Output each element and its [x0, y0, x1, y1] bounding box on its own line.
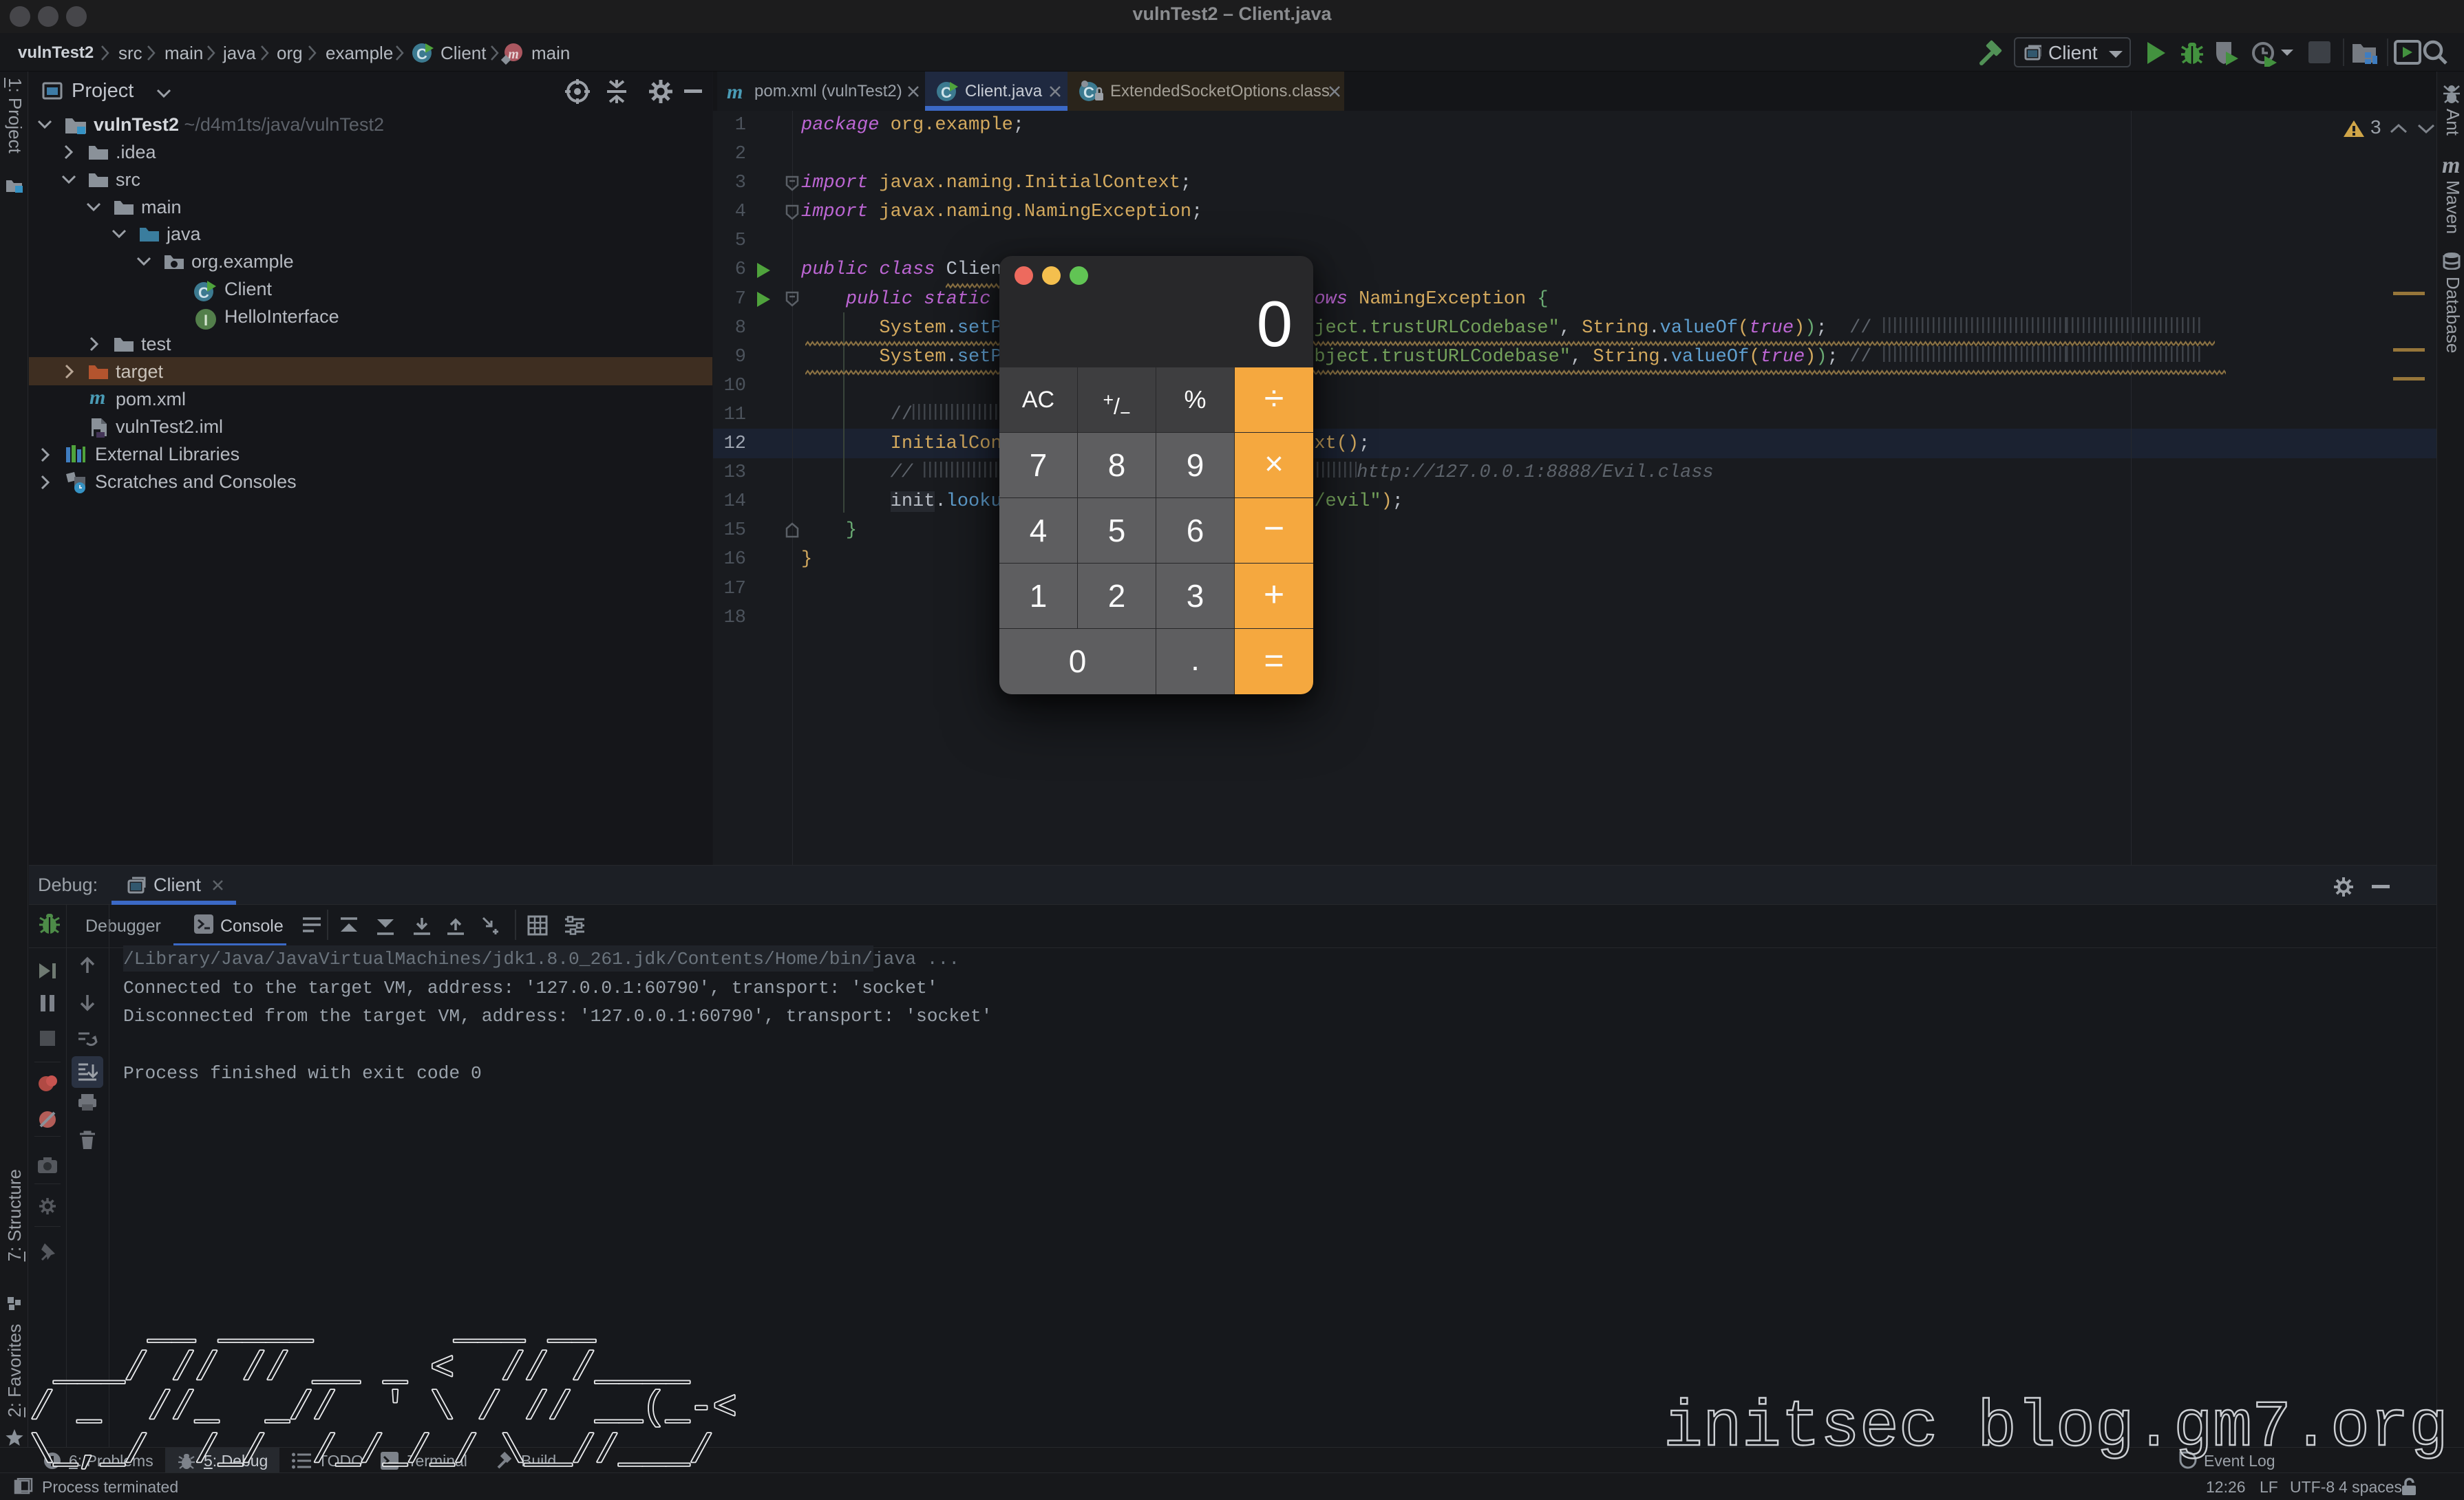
- svg-text:/ _ //_ _// ' \ / // __(_-<: / _ //_ _// ' \ / // __(_-<: [30, 1386, 736, 1431]
- svg-text:___/ // // __ _ < // /____: ___/ // // __ _ < // /____: [30, 1347, 690, 1391]
- svg-text:__ ____ ___ __: __ ____ ___ __: [30, 1306, 596, 1350]
- svg-text:initsec blog.gm7.org: initsec blog.gm7.org: [1664, 1391, 2448, 1465]
- svg-text:I: I: [204, 312, 208, 329]
- svg-text:\_,_/ /_/ /_/_/_/ \__//___/: \_,_/ /_/ /_/_/_/ \__//___/: [30, 1430, 713, 1474]
